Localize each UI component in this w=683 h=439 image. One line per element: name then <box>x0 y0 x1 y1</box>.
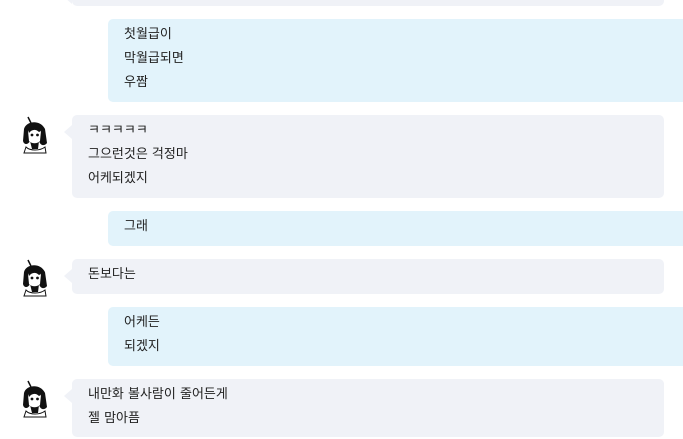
message-line: 돈보다는 <box>88 267 136 282</box>
message-line: 우짬 <box>124 75 148 90</box>
message-line: 내만화 볼사람이 줄어든게 <box>88 387 228 402</box>
message-line: 그으런것은 걱정마 <box>88 147 188 162</box>
message-bubble-other: 내만화 볼사람이 줄어든게 젤 맘아픔 <box>64 379 664 437</box>
message-bubble-other: 돈보다는 <box>64 259 664 294</box>
message-line: 막월급되면 <box>124 51 184 66</box>
message-bubble-mine: 어케든 되겠지 <box>108 307 683 366</box>
message-bubble-mine: 첫월급이 막월급되면 우짬 <box>108 19 683 102</box>
message-line: 젤 맘아픔 <box>88 411 140 426</box>
message-bubble-mine: 그래 <box>108 211 683 246</box>
message-line: 첫월급이 <box>124 27 172 42</box>
chat-log: 첫월급이 막월급되면 우짬 ㅋㅋㅋㅋㅋ 그으런것은 걱정마 어케되겠지 그래 돈… <box>0 0 683 439</box>
anime-girl-avatar-icon[interactable] <box>18 379 52 419</box>
message-line: 어케든 <box>124 315 160 330</box>
message-line: 되겠지 <box>124 339 160 354</box>
anime-girl-avatar-icon[interactable] <box>18 115 52 155</box>
message-bubble-other <box>64 0 664 6</box>
message-bubble-other: ㅋㅋㅋㅋㅋ 그으런것은 걱정마 어케되겠지 <box>64 115 664 198</box>
message-line: 그래 <box>124 219 148 234</box>
message-line: ㅋㅋㅋㅋㅋ <box>88 123 148 138</box>
anime-girl-avatar-icon[interactable] <box>18 258 52 298</box>
message-line: 어케되겠지 <box>88 171 148 186</box>
